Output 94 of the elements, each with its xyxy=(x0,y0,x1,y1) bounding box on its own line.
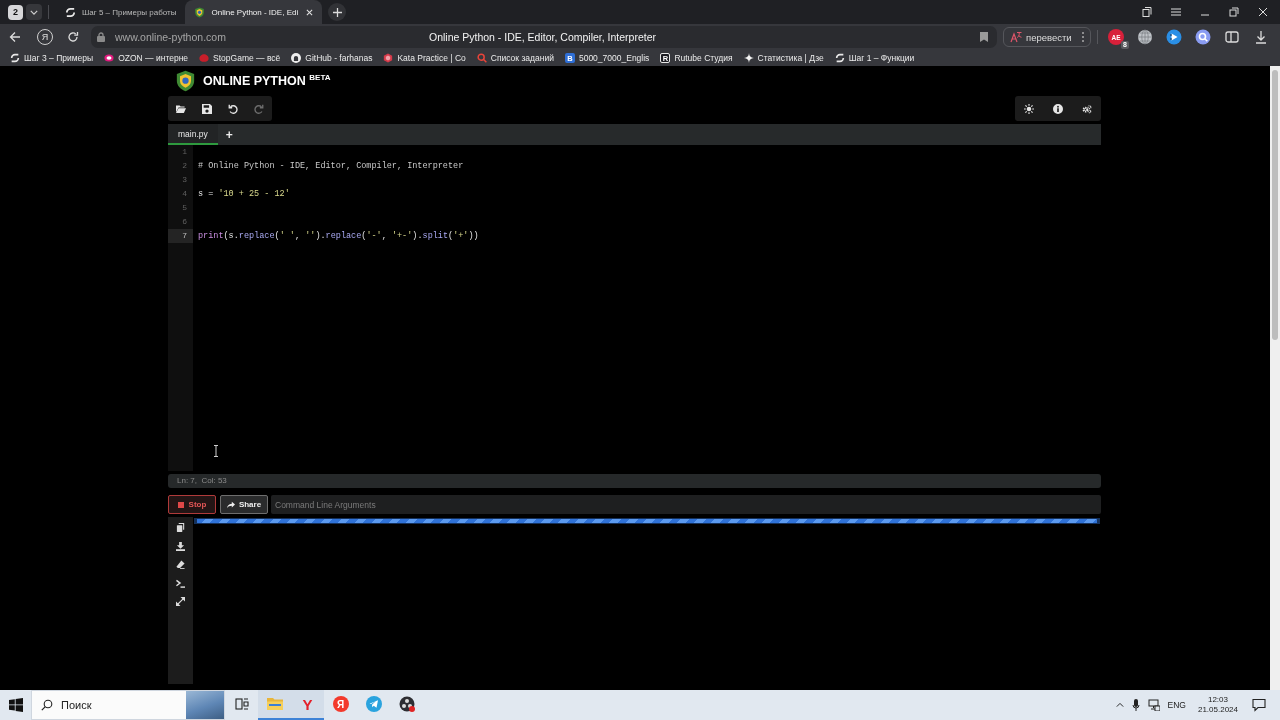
photo-placeholder xyxy=(186,691,224,719)
terminal-icon[interactable] xyxy=(176,578,185,588)
stacked-pages-icon[interactable] xyxy=(1142,7,1152,17)
line-number: 4 xyxy=(181,188,188,200)
undo-icon[interactable] xyxy=(228,103,238,114)
hexagon-logo-icon xyxy=(383,53,394,63)
site-title: ONLINE PYTHON $^{BETA}$ xyxy=(203,73,331,89)
new-tab-button[interactable] xyxy=(328,3,347,21)
swirl-logo-icon xyxy=(834,53,845,63)
bookmark-link[interactable]: Статистика | Дзе xyxy=(743,53,824,63)
bookmark-link[interactable]: Шаг 3 – Примеры xyxy=(10,53,94,63)
start-icon[interactable] xyxy=(9,698,23,712)
restore-icon[interactable] xyxy=(1229,7,1239,17)
stop-icon xyxy=(177,501,184,508)
browser-tab[interactable]: Online Python - IDE, Edi xyxy=(185,0,323,24)
scrollbar-thumb[interactable] xyxy=(1272,70,1278,340)
line-number: 6 xyxy=(181,216,188,228)
code-line: # Online Python - IDE, Editor, Compiler, Interpreter xyxy=(198,160,465,173)
bookmark-link[interactable]: Список заданий xyxy=(476,53,554,63)
round-logo-icon xyxy=(291,53,302,63)
add-file-button[interactable]: + xyxy=(219,124,239,145)
download-icon[interactable] xyxy=(176,541,185,551)
letter-logo-icon[interactable]: Я xyxy=(332,696,349,712)
bookmark-link[interactable]: Шаг 1 – Функции xyxy=(834,53,915,63)
shield-logo-icon xyxy=(176,70,195,92)
share-button[interactable]: Share xyxy=(220,495,268,514)
bookmark-link[interactable]: OZON — интерне xyxy=(104,53,189,63)
eraser-icon[interactable] xyxy=(176,560,185,569)
bookmark-link[interactable]: Kata Practice | Co xyxy=(383,53,466,63)
status-bar: Ln: 7, Col: 53 xyxy=(168,474,1101,488)
play-circle-icon[interactable] xyxy=(1166,29,1182,45)
microphone-icon[interactable] xyxy=(1131,699,1140,711)
close-icon[interactable] xyxy=(1258,7,1268,17)
file-tab[interactable]: main.py xyxy=(168,124,218,145)
paper-plane-icon[interactable] xyxy=(365,696,382,712)
address-field[interactable]: www.online-python.com Online Python - IDE, Editor, Compiler, Interpreter xyxy=(91,26,997,48)
browser-tab[interactable]: Шаг 5 – Примеры работы xyxy=(56,0,186,24)
back-arrow-icon[interactable] xyxy=(9,31,21,43)
reload-icon[interactable] xyxy=(67,31,79,43)
line-number: 2 xyxy=(181,160,188,172)
chevron-down-icon xyxy=(30,9,38,15)
menu-icon[interactable] xyxy=(1171,7,1181,17)
notification-icon[interactable] xyxy=(1252,698,1266,712)
clock-date[interactable]: 21.05.2024 xyxy=(1197,705,1238,715)
language-indicator[interactable]: ENG xyxy=(1167,700,1186,710)
search-field[interactable]: Поиск xyxy=(31,690,225,720)
recording-app-icon[interactable] xyxy=(398,696,415,712)
code-line: print(s.replace(' ', '').replace('-', '+-').split('+')) xyxy=(198,230,479,243)
line-number: 7 xyxy=(168,229,193,243)
search-icon xyxy=(41,699,53,711)
sun-icon[interactable] xyxy=(1024,103,1034,114)
text-cursor-icon xyxy=(213,445,219,457)
plus-icon xyxy=(332,7,342,17)
sparkle-icon xyxy=(743,53,754,63)
lock-icon xyxy=(97,32,105,42)
translate-button[interactable]: перевести xyxy=(1003,27,1091,47)
bookmark-link[interactable]: StopGame — всё xyxy=(199,53,281,63)
shield-logo-icon xyxy=(194,6,206,18)
line-number: 3 xyxy=(181,174,188,186)
stop-button[interactable]: Stop xyxy=(168,495,216,514)
task-view-icon[interactable] xyxy=(234,697,249,711)
copy-icon[interactable] xyxy=(176,523,185,532)
taskbar-app-button[interactable] xyxy=(258,690,291,720)
search-icon[interactable] xyxy=(1195,29,1211,45)
network-icon[interactable] xyxy=(1147,699,1160,711)
blob-logo-icon xyxy=(199,53,210,63)
magnifier-icon xyxy=(476,53,487,63)
arguments-field[interactable]: Command Line Arguments xyxy=(271,495,1101,514)
close-icon[interactable] xyxy=(306,8,314,16)
swirl-logo-icon xyxy=(65,6,76,18)
globe-icon[interactable] xyxy=(1137,29,1153,45)
bookmark-icon[interactable] xyxy=(980,32,988,42)
url-text: www.online-python.com xyxy=(115,31,226,43)
code-line: s = '10 + 25 - 12' xyxy=(198,188,291,201)
chevron-up-icon[interactable] xyxy=(1115,701,1124,709)
bookmark-link[interactable]: GitHub - farhanas xyxy=(291,53,373,63)
share-arrow-icon xyxy=(226,500,235,509)
swirl-logo-icon xyxy=(10,53,20,63)
panel-icon[interactable] xyxy=(1224,29,1240,45)
save-icon[interactable] xyxy=(202,103,212,114)
scrollbar[interactable] xyxy=(1270,66,1280,690)
translate-icon xyxy=(1010,31,1022,43)
download-icon[interactable] xyxy=(1253,29,1269,45)
line-number: 5 xyxy=(181,202,188,214)
line-number: 1 xyxy=(181,146,188,158)
tab-list-button[interactable] xyxy=(26,4,42,20)
expand-icon[interactable] xyxy=(176,597,185,606)
folder-icon[interactable] xyxy=(176,103,186,114)
tab-counter[interactable]: 2 xyxy=(8,4,23,20)
info-icon[interactable] xyxy=(1053,103,1063,114)
ring-logo-icon xyxy=(104,53,115,63)
page-title: Online Python - IDE, Editor, Compiler, Interpreter xyxy=(429,31,656,43)
clock-time[interactable]: 12:03 xyxy=(1207,695,1228,705)
cogs-icon[interactable] xyxy=(1082,103,1092,114)
